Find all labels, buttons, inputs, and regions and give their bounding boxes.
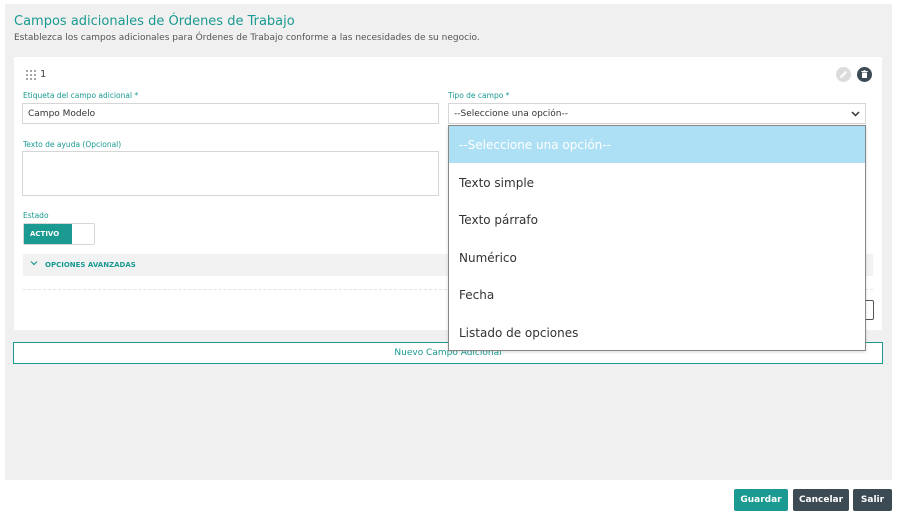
status-toggle-label: ACTIVO xyxy=(24,224,72,244)
trash-icon[interactable] xyxy=(857,67,872,82)
chevron-down-icon xyxy=(851,110,860,118)
label-field-input[interactable]: Campo Modelo xyxy=(22,103,439,124)
type-field-label: Tipo de campo * xyxy=(448,91,510,100)
exit-button[interactable]: Salir xyxy=(853,489,892,511)
type-select[interactable]: --Seleccione una opción-- xyxy=(448,103,866,124)
type-select-value: --Seleccione una opción-- xyxy=(454,108,568,119)
dropdown-option[interactable]: Fecha xyxy=(449,276,865,313)
help-field-label: Texto de ayuda (Opcional) xyxy=(23,140,122,149)
dropdown-option[interactable]: Listado de opciones xyxy=(449,314,865,351)
edit-icon[interactable] xyxy=(836,67,851,82)
dropdown-option[interactable]: Numérico xyxy=(449,239,865,276)
cancel-button[interactable]: Cancelar xyxy=(793,489,849,511)
save-button[interactable]: Guardar xyxy=(734,489,788,511)
status-label: Estado xyxy=(23,211,49,220)
type-dropdown-list: --Seleccione una opción-- Texto simple T… xyxy=(448,125,866,351)
status-toggle[interactable]: ACTIVO xyxy=(23,223,95,245)
dropdown-option[interactable]: Texto párrafo xyxy=(449,201,865,238)
page-subtitle: Establezca los campos adicionales para Ó… xyxy=(14,33,480,43)
advanced-options-label: OPCIONES AVANZADAS xyxy=(45,261,136,269)
chevron-down-icon xyxy=(30,259,38,267)
label-field-label: Etiqueta del campo adicional * xyxy=(23,91,139,100)
dropdown-option[interactable]: Texto simple xyxy=(449,164,865,201)
field-number: 1 xyxy=(40,69,47,80)
dropdown-option[interactable]: --Seleccione una opción-- xyxy=(449,126,865,163)
page-title: Campos adicionales de Órdenes de Trabajo xyxy=(14,14,295,29)
help-textarea[interactable] xyxy=(22,151,439,196)
drag-handle-icon[interactable] xyxy=(26,70,37,80)
